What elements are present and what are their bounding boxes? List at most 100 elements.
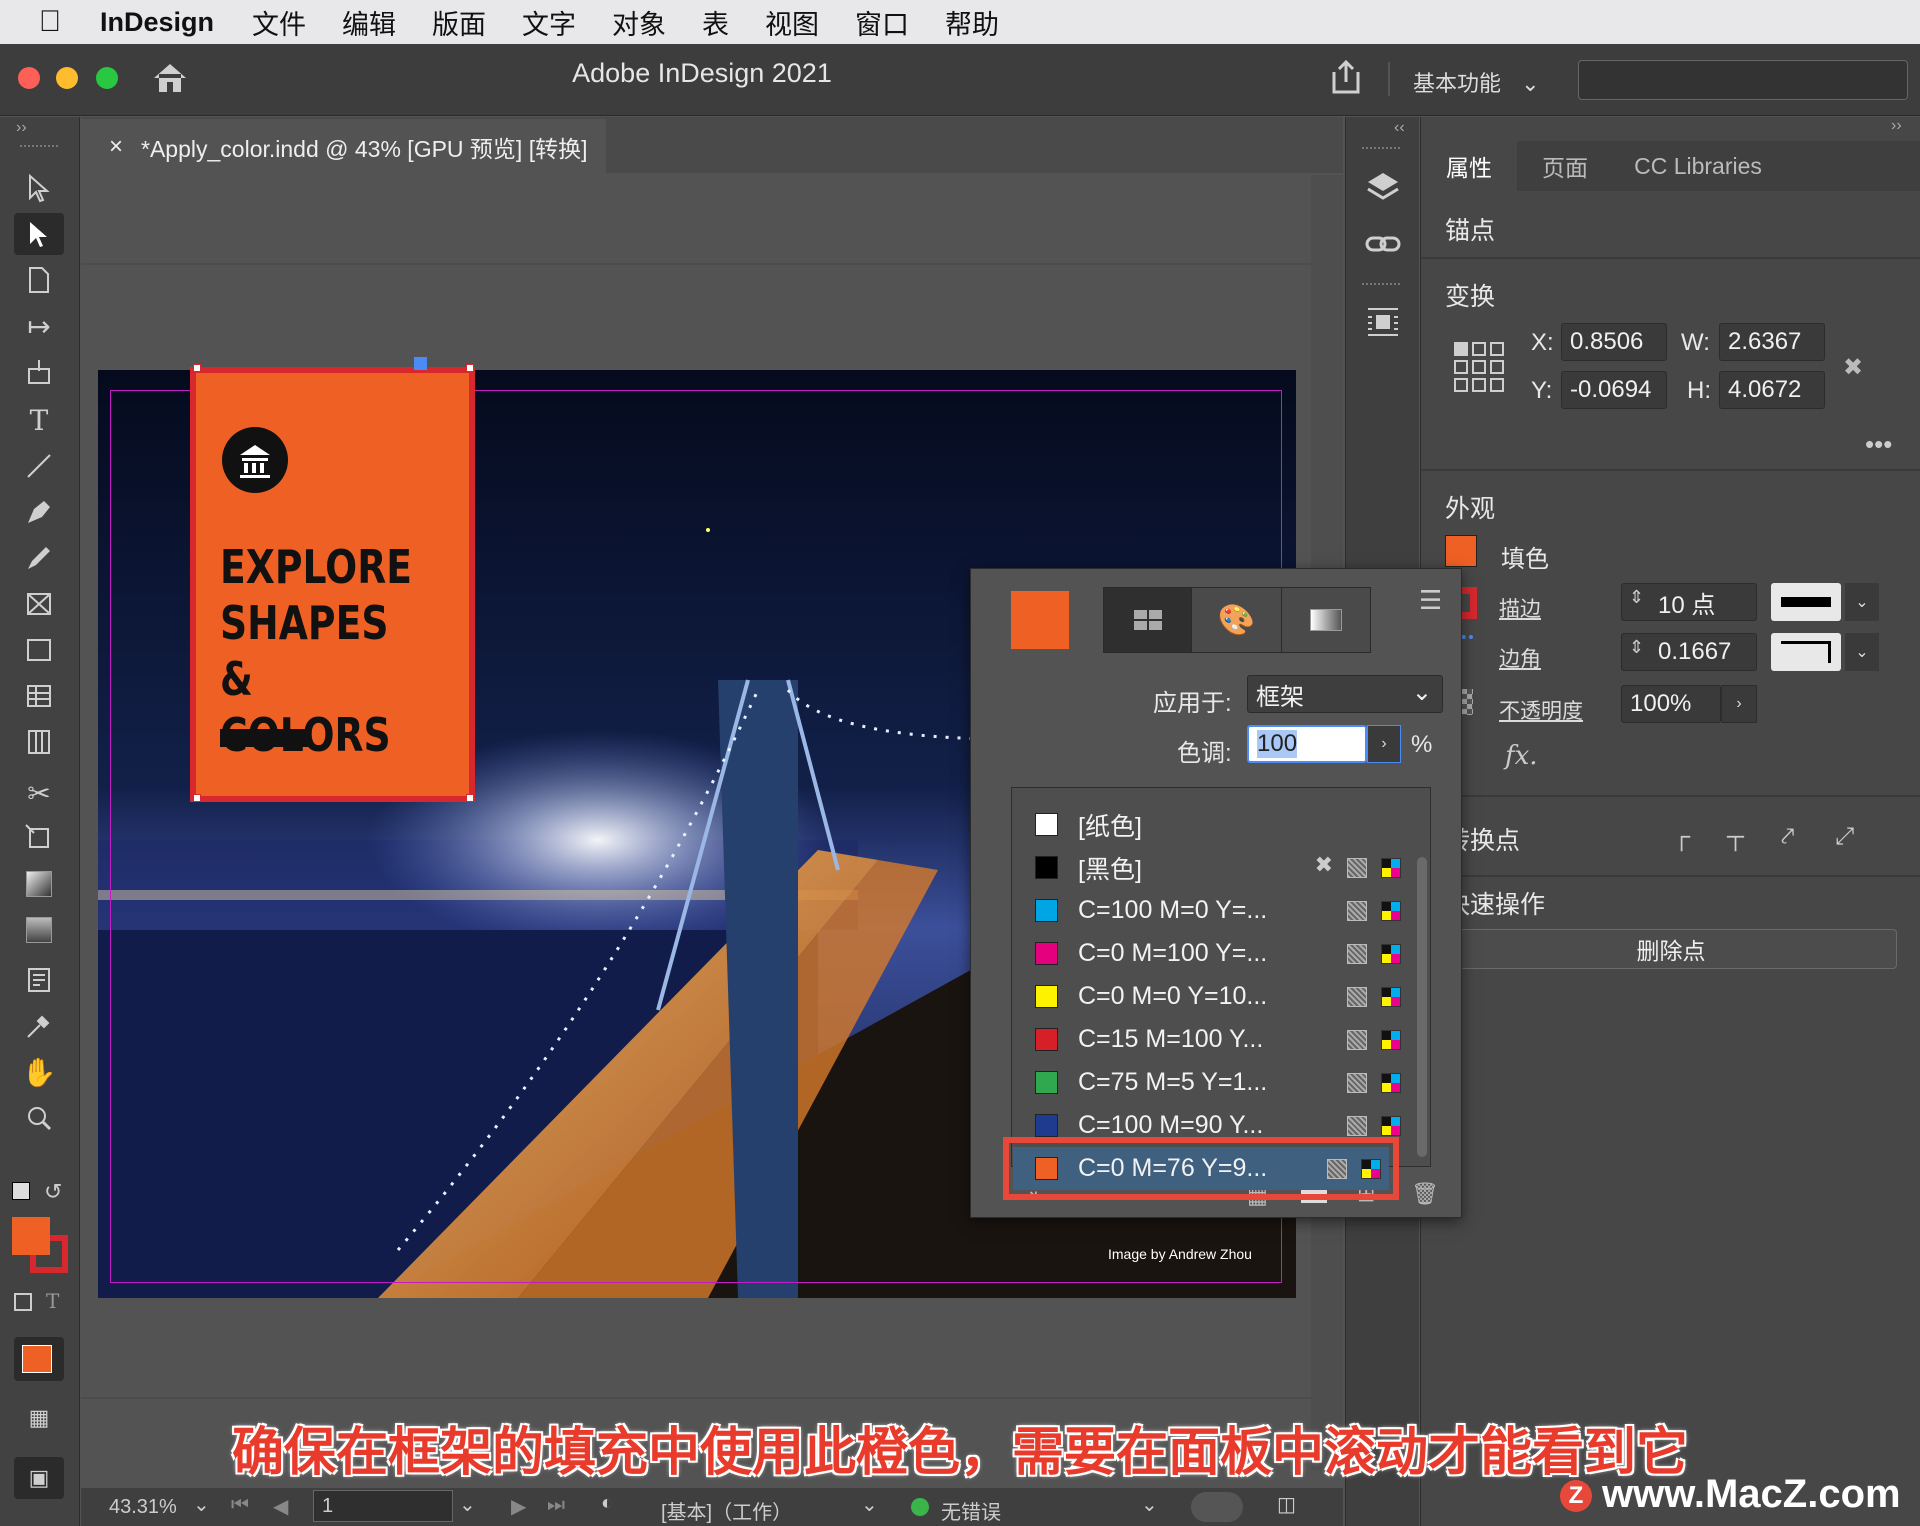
links-icon[interactable] bbox=[1364, 225, 1402, 268]
swatch-row[interactable]: [纸色] bbox=[1013, 803, 1409, 846]
type-tool-icon[interactable]: T bbox=[14, 399, 64, 441]
swatch-row[interactable]: C=0 M=0 Y=10... bbox=[1013, 975, 1409, 1018]
collapse-arrows-icon[interactable]: ›› bbox=[1891, 117, 1902, 135]
default-colors-icon[interactable] bbox=[12, 1182, 30, 1200]
y-field[interactable]: -0.0694 bbox=[1561, 371, 1667, 409]
smooth-point-icon[interactable]: ⤤ bbox=[1781, 823, 1795, 851]
grip-icon[interactable] bbox=[1362, 283, 1400, 285]
apple-icon[interactable]:  bbox=[0, 5, 100, 39]
chevron-down-icon[interactable]: ⌄ bbox=[1845, 633, 1879, 671]
corner-shape-select[interactable] bbox=[1771, 633, 1841, 671]
chevron-down-icon[interactable]: ⌄ bbox=[193, 1492, 210, 1517]
fill-swatch[interactable] bbox=[1445, 535, 1477, 567]
chevron-right-icon[interactable]: › bbox=[1721, 685, 1757, 723]
rectangle-frame-tool-icon[interactable] bbox=[14, 583, 64, 625]
table-tool-icon[interactable] bbox=[14, 675, 64, 717]
stepper-icon[interactable]: ⇕ bbox=[1629, 587, 1644, 608]
close-tab-icon[interactable]: × bbox=[109, 133, 123, 161]
selection-tool-icon[interactable] bbox=[14, 167, 64, 209]
formatting-text-icon[interactable]: T bbox=[46, 1289, 59, 1313]
constrain-proportions-icon[interactable]: ✖ bbox=[1843, 353, 1863, 382]
menu-window[interactable]: 窗口 bbox=[855, 3, 909, 42]
swap-colors-icon[interactable]: ↺ bbox=[44, 1179, 62, 1205]
eyedropper-tool-icon[interactable] bbox=[14, 1005, 64, 1047]
grip-icon[interactable] bbox=[20, 145, 58, 149]
zoom-tool-icon[interactable] bbox=[14, 1097, 64, 1139]
symmetric-point-icon[interactable]: ⤢ bbox=[1835, 823, 1854, 851]
swatch-row[interactable]: C=0 M=76 Y=9... bbox=[1003, 1137, 1399, 1200]
line-tool-icon[interactable] bbox=[14, 445, 64, 487]
text-wrap-icon[interactable] bbox=[1364, 303, 1402, 346]
menu-edit[interactable]: 编辑 bbox=[342, 3, 396, 42]
workspace-switcher[interactable]: 基本功能 ⌄ bbox=[1413, 66, 1540, 98]
delete-point-button[interactable]: 删除点 bbox=[1445, 929, 1897, 969]
gradient-mode-icon[interactable] bbox=[1280, 588, 1370, 652]
search-input[interactable] bbox=[1578, 60, 1908, 100]
tab-pages[interactable]: 页面 bbox=[1517, 141, 1613, 191]
w-field[interactable]: 2.6367 bbox=[1719, 323, 1825, 361]
gradient-feather-tool-icon[interactable] bbox=[14, 909, 64, 951]
opacity-field[interactable]: 100% bbox=[1621, 685, 1721, 723]
layers-icon[interactable] bbox=[1364, 169, 1402, 212]
toggle-switch[interactable] bbox=[1191, 1492, 1243, 1522]
apply-color-button[interactable] bbox=[14, 1337, 64, 1381]
hand-tool-icon[interactable]: ✋ bbox=[14, 1051, 64, 1093]
note-tool-icon[interactable] bbox=[14, 959, 64, 1001]
x-field[interactable]: 0.8506 bbox=[1561, 323, 1667, 361]
pen-tool-icon[interactable] bbox=[14, 491, 64, 533]
selection-handle[interactable] bbox=[466, 794, 474, 802]
last-page-icon[interactable]: ⏭ bbox=[547, 1494, 565, 1517]
selection-handle[interactable] bbox=[193, 364, 201, 372]
fill-label[interactable]: 填色 bbox=[1501, 539, 1549, 574]
error-status[interactable]: 无错误 bbox=[941, 1496, 1001, 1525]
split-view-icon[interactable]: ◫ bbox=[1277, 1492, 1296, 1517]
stroke-type-select[interactable] bbox=[1771, 583, 1841, 621]
content-collector-icon[interactable] bbox=[14, 351, 64, 393]
direct-selection-tool-icon[interactable] bbox=[14, 213, 64, 255]
swatch-row[interactable]: C=0 M=100 Y=... bbox=[1013, 932, 1409, 975]
menu-file[interactable]: 文件 bbox=[252, 3, 306, 42]
fill-color-swatch[interactable] bbox=[12, 1217, 50, 1255]
swatch-row[interactable]: C=15 M=100 Y... bbox=[1013, 1018, 1409, 1061]
menu-layout[interactable]: 版面 bbox=[432, 3, 486, 42]
menu-table[interactable]: 表 bbox=[702, 3, 729, 42]
menu-type[interactable]: 文字 bbox=[522, 3, 576, 42]
stepper-icon[interactable]: ⇕ bbox=[1629, 637, 1644, 658]
opacity-label[interactable]: 不透明度 bbox=[1499, 695, 1583, 725]
swatch-row[interactable]: C=75 M=5 Y=1... bbox=[1013, 1061, 1409, 1104]
orange-frame[interactable]: EXPLORE SHAPES & COLORS bbox=[190, 367, 475, 802]
free-transform-tool-icon[interactable] bbox=[14, 817, 64, 859]
menu-object[interactable]: 对象 bbox=[612, 3, 666, 42]
document-tab[interactable]: × *Apply_color.indd @ 43% [GPU 预览] [转换] bbox=[81, 119, 606, 175]
swatch-row[interactable]: C=100 M=90 Y... bbox=[1013, 1104, 1409, 1147]
grid-tool-icon[interactable] bbox=[14, 721, 64, 763]
panel-menu-icon[interactable]: ☰ bbox=[1419, 585, 1442, 616]
delete-swatch-icon[interactable]: 🗑 bbox=[1411, 1181, 1439, 1207]
zoom-level[interactable]: 43.31% bbox=[109, 1496, 177, 1519]
page-tool-icon[interactable] bbox=[14, 259, 64, 301]
swatch-row[interactable]: C=100 M=0 Y=... bbox=[1013, 889, 1409, 932]
h-field[interactable]: 4.0672 bbox=[1719, 371, 1825, 409]
plain-point-icon[interactable]: ┌ bbox=[1673, 823, 1690, 851]
gap-tool-icon[interactable]: ↦ bbox=[14, 305, 64, 347]
grip-icon[interactable] bbox=[1362, 147, 1400, 149]
first-page-icon[interactable]: ⏮ bbox=[231, 1494, 249, 1517]
menu-view[interactable]: 视图 bbox=[765, 3, 819, 42]
tab-cc-libraries[interactable]: CC Libraries bbox=[1613, 141, 1783, 191]
swatch-row[interactable]: [黑色] ✖ bbox=[1013, 846, 1409, 889]
chevron-right-icon[interactable]: › bbox=[1367, 725, 1401, 763]
corner-label[interactable]: 边角 bbox=[1499, 643, 1541, 673]
next-page-icon[interactable]: ▶ bbox=[511, 1494, 526, 1519]
reference-point-icon[interactable] bbox=[1453, 341, 1505, 398]
preflight-profile[interactable]: [基本]（工作） bbox=[661, 1496, 792, 1525]
corner-point-icon[interactable]: ┬ bbox=[1727, 823, 1744, 851]
swatch-list-scrollbar[interactable] bbox=[1417, 857, 1427, 1157]
stroke-label[interactable]: 描边 bbox=[1499, 593, 1541, 623]
selection-handle[interactable] bbox=[193, 794, 201, 802]
collapse-arrows-icon[interactable]: ›› bbox=[16, 119, 27, 137]
page-number-field[interactable]: 1 bbox=[313, 1490, 453, 1522]
effects-button[interactable]: fx. bbox=[1505, 741, 1538, 771]
previous-page-icon[interactable]: ◀ bbox=[273, 1494, 288, 1519]
menu-help[interactable]: 帮助 bbox=[945, 3, 999, 42]
color-mixer-icon[interactable]: 🎨 bbox=[1191, 588, 1280, 652]
